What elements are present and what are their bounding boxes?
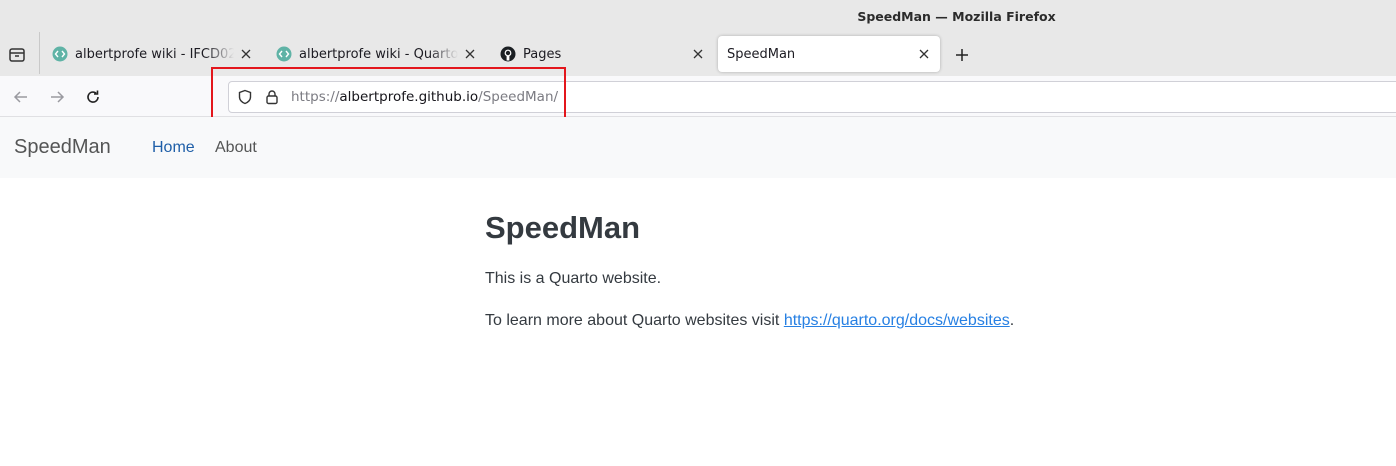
nav-link-about[interactable]: About	[215, 139, 257, 157]
close-tab-icon[interactable]	[916, 46, 932, 62]
tab-label: albertprofe wiki - IFCD0210	[75, 46, 234, 62]
url-host: albertprofe.github.io	[339, 89, 479, 105]
tracking-shield-icon[interactable]	[237, 89, 253, 105]
close-tab-icon[interactable]	[462, 46, 478, 62]
plus-icon	[956, 49, 968, 61]
lock-icon[interactable]	[264, 89, 280, 105]
site-brand[interactable]: SpeedMan	[14, 136, 111, 159]
back-button[interactable]	[10, 86, 32, 108]
tab-speedman[interactable]: SpeedMan	[718, 36, 940, 72]
intro-paragraph: This is a Quarto website.	[485, 270, 662, 287]
url-path: /SpeedMan/	[478, 89, 559, 105]
page-title: SpeedMan	[485, 210, 641, 245]
tab-label: albertprofe wiki - Quarto Markdown	[299, 46, 458, 62]
code-icon	[276, 46, 292, 62]
learn-more-text: To learn more about Quarto websites visi…	[485, 312, 784, 329]
archive-icon	[9, 48, 25, 62]
nav-link-home[interactable]: Home	[152, 139, 195, 157]
navigation-toolbar: https://albertprofe.github.io/SpeedMan/	[0, 76, 1396, 117]
tab-albertprofe-quarto[interactable]: albertprofe wiki - Quarto Markdown	[264, 36, 486, 72]
learn-more-paragraph: To learn more about Quarto websites visi…	[485, 311, 1185, 331]
arrow-left-icon	[13, 91, 27, 103]
url-scheme: https://	[291, 89, 340, 105]
page-content: SpeedMan This is a Quarto website. To le…	[485, 210, 1185, 353]
reload-icon	[87, 90, 99, 103]
tab-albertprofe-ifcd[interactable]: albertprofe wiki - IFCD0210	[40, 36, 262, 72]
learn-more-suffix: .	[1009, 312, 1015, 329]
reload-button[interactable]	[82, 86, 104, 108]
tab-strip: SpeedMan — Mozilla Firefox albertprofe w…	[0, 0, 1396, 76]
site-navbar: SpeedMan Home About	[0, 117, 1396, 178]
tab-label: Pages	[523, 46, 562, 62]
url-text[interactable]: https://albertprofe.github.io/SpeedMan/	[291, 89, 558, 105]
url-bar[interactable]: https://albertprofe.github.io/SpeedMan/	[228, 81, 1396, 113]
tab-overview-button[interactable]	[6, 44, 28, 66]
arrow-right-icon	[51, 91, 65, 103]
close-tab-icon[interactable]	[690, 46, 706, 62]
quarto-docs-link[interactable]: https://quarto.org/docs/websites	[784, 312, 1010, 329]
tab-label: SpeedMan	[727, 46, 796, 62]
new-tab-button[interactable]	[951, 44, 973, 66]
code-icon	[52, 46, 68, 62]
github-icon	[500, 46, 516, 62]
forward-button[interactable]	[46, 86, 68, 108]
tab-pages[interactable]: Pages	[488, 36, 714, 72]
window-title: SpeedMan — Mozilla Firefox	[857, 9, 1056, 24]
close-tab-icon[interactable]	[238, 46, 254, 62]
